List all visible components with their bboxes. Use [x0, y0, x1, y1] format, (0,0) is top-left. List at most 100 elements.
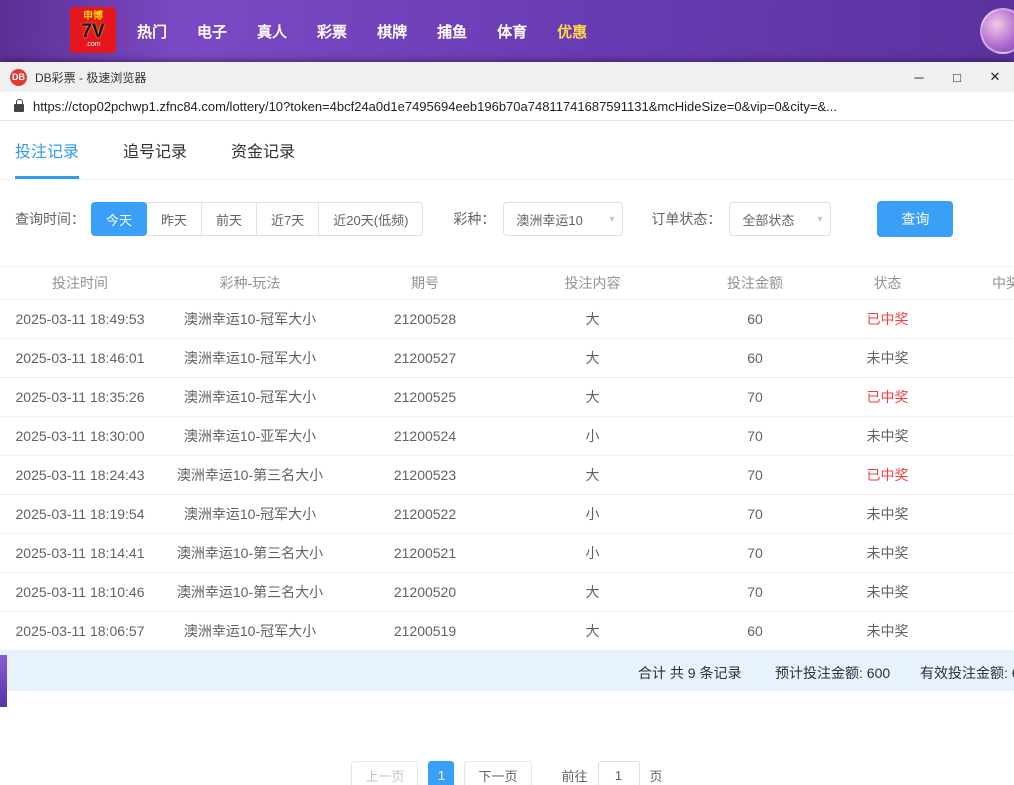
browser-app-icon: DB	[10, 69, 27, 86]
pagination: 上一页 1 下一页 前往 页	[0, 761, 1014, 785]
lottery-filter-label: 彩种：	[453, 209, 495, 229]
nav-item-cards[interactable]: 棋牌	[377, 21, 407, 42]
issue-number: 21200525	[340, 378, 510, 417]
bet-amount: 70	[675, 378, 835, 417]
table-row: 2025-03-11 18:46:01澳洲幸运10-冠军大小21200527大6…	[0, 339, 1014, 378]
main-nav: 热门 电子 真人 彩票 棋牌 捕鱼 体育 优惠	[137, 0, 587, 62]
nav-item-sports[interactable]: 体育	[497, 21, 527, 42]
bet-time: 2025-03-11 18:24:43	[0, 456, 160, 495]
lottery-select[interactable]: 澳洲幸运10 ▾	[503, 202, 623, 236]
bet-amount: 60	[675, 612, 835, 651]
nav-item-live[interactable]: 真人	[257, 21, 287, 42]
bet-time: 2025-03-11 18:46:01	[0, 339, 160, 378]
order-status-select[interactable]: 全部状态 ▾	[729, 202, 831, 236]
time-filter-yesterday[interactable]: 昨天	[146, 202, 202, 236]
nav-item-hot[interactable]: 热门	[137, 21, 167, 42]
bet-content: 小	[510, 495, 675, 534]
game-play: 澳洲幸运10-冠军大小	[160, 339, 340, 378]
bet-content: 大	[510, 339, 675, 378]
nav-item-promo[interactable]: 优惠	[557, 21, 587, 42]
window-title-bar: DB DB彩票 - 极速浏览器 ─ □ ✕	[0, 62, 1014, 92]
time-filter-20days[interactable]: 近20天(低频)	[318, 202, 423, 236]
order-status-value: 全部状态	[742, 210, 794, 229]
nav-item-slots[interactable]: 电子	[197, 21, 227, 42]
bet-amount: 70	[675, 534, 835, 573]
valid-bet-amount-text: 有效投注金额: 600	[920, 663, 1014, 683]
bet-table-body: 2025-03-11 18:49:53澳洲幸运10-冠军大小21200528大6…	[0, 300, 1014, 651]
expected-bet-amount-text: 预计投注金额: 600	[775, 663, 890, 683]
bet-amount: 70	[675, 417, 835, 456]
time-filter-7days[interactable]: 近7天	[256, 202, 319, 236]
prize-amount: 1	[940, 300, 1014, 339]
url-text[interactable]: https://ctop02pchwp1.zfnc84.com/lottery/…	[33, 99, 1002, 114]
top-navigation-bar: 申博 7V .com 热门 电子 真人 彩票 棋牌 捕鱼 体育 优惠	[0, 0, 1014, 62]
game-play: 澳洲幸运10-冠军大小	[160, 378, 340, 417]
minimize-button[interactable]: ─	[900, 62, 938, 92]
prize-amount	[940, 495, 1014, 534]
bet-time: 2025-03-11 18:10:46	[0, 573, 160, 612]
bet-status: 已中奖	[835, 300, 940, 339]
address-bar[interactable]: https://ctop02pchwp1.zfnc84.com/lottery/…	[0, 92, 1014, 121]
page-content: 投注记录 追号记录 资金记录 查询时间： 今天 昨天 前天 近7天 近20天(低…	[0, 121, 1014, 785]
total-records-text: 合计 共 9 条记录	[638, 663, 741, 683]
header-game-play: 彩种-玩法	[160, 267, 340, 300]
bet-status: 已中奖	[835, 456, 940, 495]
time-filter-day-before[interactable]: 前天	[201, 202, 257, 236]
bet-time: 2025-03-11 18:49:53	[0, 300, 160, 339]
nav-item-fishing[interactable]: 捕鱼	[437, 21, 467, 42]
time-filter-group: 今天 昨天 前天 近7天 近20天(低频)	[91, 202, 423, 236]
bet-content: 大	[510, 612, 675, 651]
bet-amount: 60	[675, 300, 835, 339]
bet-amount: 70	[675, 495, 835, 534]
next-page-button[interactable]: 下一页	[464, 761, 531, 785]
lock-icon	[14, 104, 24, 112]
game-play: 澳洲幸运10-第三名大小	[160, 456, 340, 495]
tab-bet-records[interactable]: 投注记录	[15, 138, 79, 179]
logo-text-main: 7V	[81, 22, 104, 41]
site-logo[interactable]: 申博 7V .com	[70, 7, 116, 53]
bet-content: 小	[510, 417, 675, 456]
prize-amount	[940, 612, 1014, 651]
user-avatar[interactable]	[980, 8, 1014, 54]
table-row: 2025-03-11 18:10:46澳洲幸运10-第三名大小21200520大…	[0, 573, 1014, 612]
prize-amount	[940, 339, 1014, 378]
table-row: 2025-03-11 18:19:54澳洲幸运10-冠军大小21200522小7…	[0, 495, 1014, 534]
maximize-button[interactable]: □	[938, 62, 976, 92]
issue-number: 21200523	[340, 456, 510, 495]
goto-page-input[interactable]	[598, 761, 640, 785]
table-row: 2025-03-11 18:24:43澳洲幸运10-第三名大小21200523大…	[0, 456, 1014, 495]
close-button[interactable]: ✕	[976, 62, 1014, 92]
tab-fund-records[interactable]: 资金记录	[231, 138, 295, 179]
bet-time: 2025-03-11 18:35:26	[0, 378, 160, 417]
bet-time: 2025-03-11 18:14:41	[0, 534, 160, 573]
window-title: DB彩票 - 极速浏览器	[35, 69, 146, 86]
time-filter-today[interactable]: 今天	[91, 202, 147, 236]
bet-status: 未中奖	[835, 417, 940, 456]
game-play: 澳洲幸运10-冠军大小	[160, 495, 340, 534]
header-status: 状态	[835, 267, 940, 300]
nav-item-lottery[interactable]: 彩票	[317, 21, 347, 42]
game-play: 澳洲幸运10-冠军大小	[160, 300, 340, 339]
table-row: 2025-03-11 18:06:57澳洲幸运10-冠军大小21200519大6…	[0, 612, 1014, 651]
bet-records-table-wrap: 投注时间 彩种-玩法 期号 投注内容 投注金额 状态 中奖金额 2025-03-…	[0, 266, 1014, 691]
issue-number: 21200524	[340, 417, 510, 456]
table-row: 2025-03-11 18:49:53澳洲幸运10-冠军大小21200528大6…	[0, 300, 1014, 339]
summary-bar: 合计 共 9 条记录 预计投注金额: 600 有效投注金额: 600	[0, 651, 1014, 691]
bet-amount: 60	[675, 339, 835, 378]
bet-content: 大	[510, 300, 675, 339]
bet-records-table: 投注时间 彩种-玩法 期号 投注内容 投注金额 状态 中奖金额 2025-03-…	[0, 266, 1014, 651]
status-filter-label: 订单状态：	[651, 209, 721, 229]
bet-status: 未中奖	[835, 612, 940, 651]
bet-time: 2025-03-11 18:06:57	[0, 612, 160, 651]
lottery-select-value: 澳洲幸运10	[516, 210, 582, 229]
prize-amount	[940, 417, 1014, 456]
search-button[interactable]: 查询	[877, 201, 953, 237]
prev-page-button[interactable]: 上一页	[351, 761, 418, 785]
bet-content: 大	[510, 456, 675, 495]
game-play: 澳洲幸运10-亚军大小	[160, 417, 340, 456]
bet-status: 未中奖	[835, 339, 940, 378]
chevron-down-icon: ▾	[803, 214, 822, 225]
prize-amount: 1	[940, 378, 1014, 417]
page-number-1[interactable]: 1	[428, 761, 454, 785]
tab-chase-records[interactable]: 追号记录	[123, 138, 187, 179]
